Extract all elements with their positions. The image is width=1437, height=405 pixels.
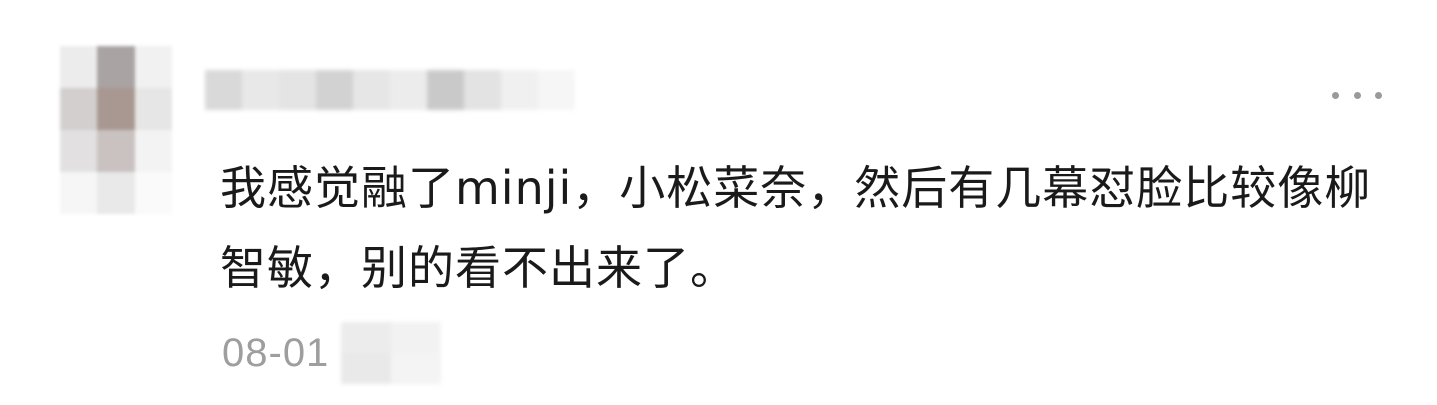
avatar-mosaic-block [134,172,172,214]
avatar-mosaic-block [97,88,135,130]
location-mosaic-block [391,353,442,384]
more-horizontal-icon [1375,91,1382,99]
avatar-mosaic-block [97,172,135,214]
location-mosaic-block [391,322,442,353]
location-mosaic-block [341,353,392,384]
comment-text: 我感觉融了minji，小松菜奈，然后有几幕怼脸比较像柳智敏，别的看不出来了。 [220,161,1372,295]
username-blurred[interactable] [205,60,575,120]
username-mosaic-block [316,70,353,110]
comment-item: 我感觉融了minji，小松菜奈，然后有几幕怼脸比较像柳智敏，别的看不出来了。 0… [0,0,1437,405]
more-options-button[interactable] [1332,78,1382,112]
more-horizontal-icon [1332,91,1339,99]
comment-date: 08-01 [222,330,330,375]
avatar-mosaic-block [134,130,172,172]
avatar[interactable] [60,46,172,214]
username-mosaic-block [242,70,279,110]
avatar-mosaic-block [97,130,135,172]
avatar-mosaic-block [60,172,98,214]
more-horizontal-icon [1353,91,1361,99]
username-mosaic-block [205,70,242,110]
location-blurred [341,322,442,384]
username-mosaic-block [390,70,427,110]
username-mosaic-block [464,70,501,110]
username-mosaic-block [427,70,464,110]
username-mosaic-block [353,70,390,110]
avatar-mosaic-block [60,130,98,172]
avatar-mosaic-block [60,46,98,88]
avatar-mosaic-block [134,46,172,88]
username-mosaic-block [279,70,316,110]
avatar-mosaic-block [134,88,172,130]
avatar-mosaic-block [97,46,135,88]
username-mosaic-block [538,70,575,110]
comment-footer: 08-01 [222,318,442,388]
location-mosaic-block [341,322,392,353]
avatar-mosaic-block [60,88,98,130]
username-mosaic-block [501,70,538,110]
